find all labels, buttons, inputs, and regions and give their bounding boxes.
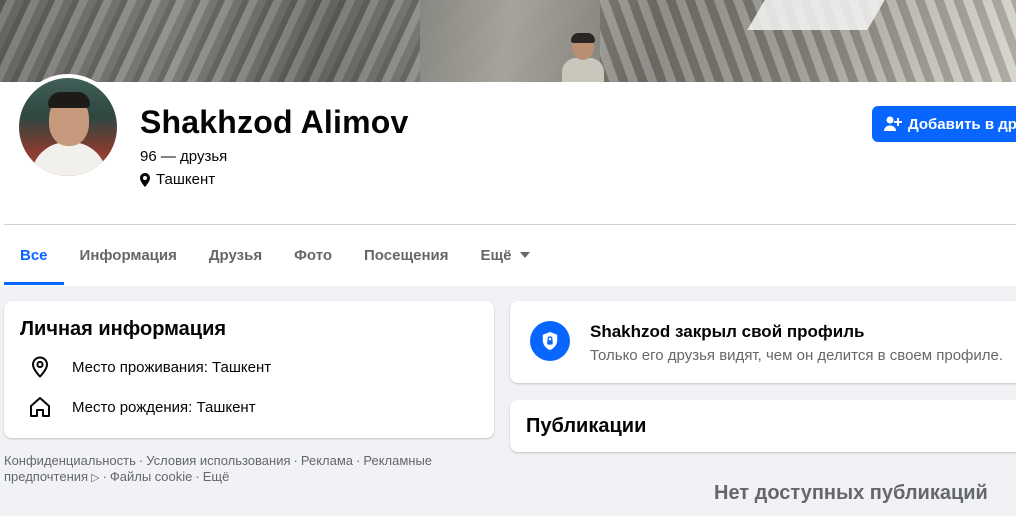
footer-link-privacy[interactable]: Конфиденциальность (4, 453, 136, 468)
tab-photos[interactable]: Фото (278, 225, 348, 285)
residence-row: Место проживания: Ташкент (28, 355, 271, 379)
residence-text: Место проживания: Ташкент (72, 358, 272, 376)
footer-link-ads[interactable]: Реклама (301, 453, 353, 468)
tab-all[interactable]: Все (4, 225, 64, 285)
tab-friends-label: Друзья (208, 246, 263, 264)
friends-count[interactable]: 96 — друзья (140, 148, 227, 165)
tab-more[interactable]: Ещё (464, 225, 545, 285)
profile-name: Shakhzod Alimov (140, 104, 409, 140)
no-posts-message: Нет доступных публикаций (714, 482, 988, 504)
posts-card: Публикации (510, 400, 1016, 452)
footer-links: Конфиденциальность · Условия использования… (4, 453, 433, 484)
avatar[interactable] (19, 78, 117, 176)
footer-link-terms[interactable]: Условия использования (146, 453, 290, 468)
tab-info[interactable]: Информация (64, 225, 193, 285)
person-plus-icon (884, 116, 902, 131)
posts-title: Публикации (526, 415, 647, 437)
tab-all-label: Все (20, 246, 48, 264)
cover-person (560, 33, 606, 82)
add-friend-button[interactable]: Добавить в дру (872, 106, 1016, 142)
locked-profile-card: Shakhzod закрыл свой профиль Только его … (510, 301, 1016, 383)
cover-snow (747, 0, 885, 30)
personal-info-card: Личная информация Место проживания: Ташк… (4, 301, 494, 438)
home-icon (30, 397, 50, 417)
cover-rock-texture (0, 0, 420, 82)
birthplace-row: Место рождения: Ташкент (28, 395, 256, 419)
tab-photos-label: Фото (294, 246, 333, 264)
footer-link-cookies[interactable]: Файлы cookie (110, 469, 193, 484)
map-pin-icon (140, 172, 150, 187)
tab-checkins[interactable]: Посещения (348, 225, 464, 285)
adchoices-icon: ▷ (91, 472, 100, 484)
add-friend-label: Добавить в дру (908, 115, 1016, 133)
tab-more-label: Ещё (480, 246, 512, 264)
profile-location: Ташкент (140, 171, 215, 188)
cover-photo[interactable] (0, 0, 1016, 82)
avatar-ring (15, 74, 121, 180)
shield-lock-icon (530, 321, 570, 361)
locked-subtitle: Только его друзья видят, чем он делится … (590, 347, 1004, 364)
map-pin-icon (31, 356, 49, 378)
tab-friends[interactable]: Друзья (193, 225, 278, 285)
tab-checkins-label: Посещения (364, 246, 449, 264)
profile-tabs: Все Информация Друзья Фото Посещения Ещё (4, 225, 546, 286)
tab-info-label: Информация (79, 246, 177, 264)
profile-header: Shakhzod Alimov 96 — друзья Ташкент Доба… (0, 74, 1016, 286)
footer-link-more[interactable]: Ещё (203, 469, 230, 484)
locked-title: Shakhzod закрыл свой профиль (590, 322, 865, 341)
personal-info-title: Личная информация (20, 318, 227, 340)
location-label: Ташкент (156, 171, 216, 188)
birthplace-text: Место рождения: Ташкент (72, 398, 256, 416)
caret-down-icon (519, 252, 530, 258)
